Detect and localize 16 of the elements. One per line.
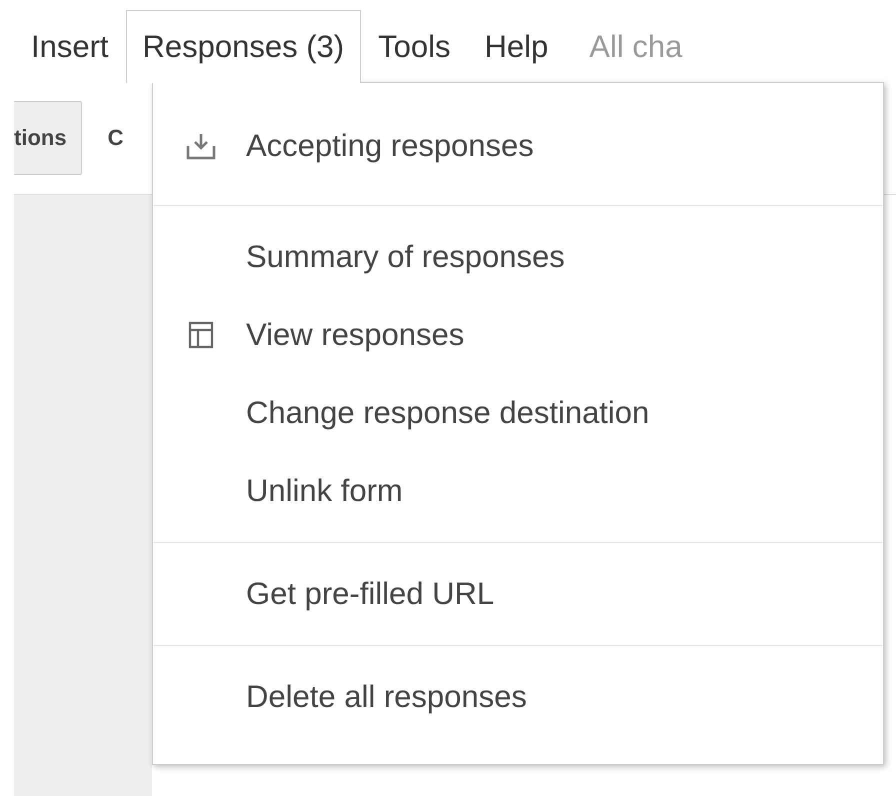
menu-option[interactable]: Accepting responses (246, 128, 534, 164)
toolbar-label: C (108, 125, 124, 151)
menu-item[interactable]: Help (468, 12, 566, 82)
menu-option[interactable]: Summary of responses (246, 239, 565, 275)
menu-item[interactable]: Responses (3) (126, 10, 362, 83)
menu-option[interactable]: Unlink form (246, 473, 403, 509)
toolbar-button[interactable]: tions (14, 101, 82, 175)
download-icon (186, 132, 216, 160)
menu-option[interactable]: Change response destination (246, 395, 650, 431)
save-status-text: All cha (588, 28, 682, 66)
menu-item[interactable]: Insert (14, 12, 126, 82)
menu-option[interactable]: Delete all responses (246, 679, 527, 715)
menu-option[interactable]: Get pre-filled URL (246, 576, 494, 612)
menu-option[interactable]: View responses (246, 317, 464, 353)
menu-item[interactable]: Tools (361, 12, 468, 82)
table-icon (188, 321, 214, 349)
